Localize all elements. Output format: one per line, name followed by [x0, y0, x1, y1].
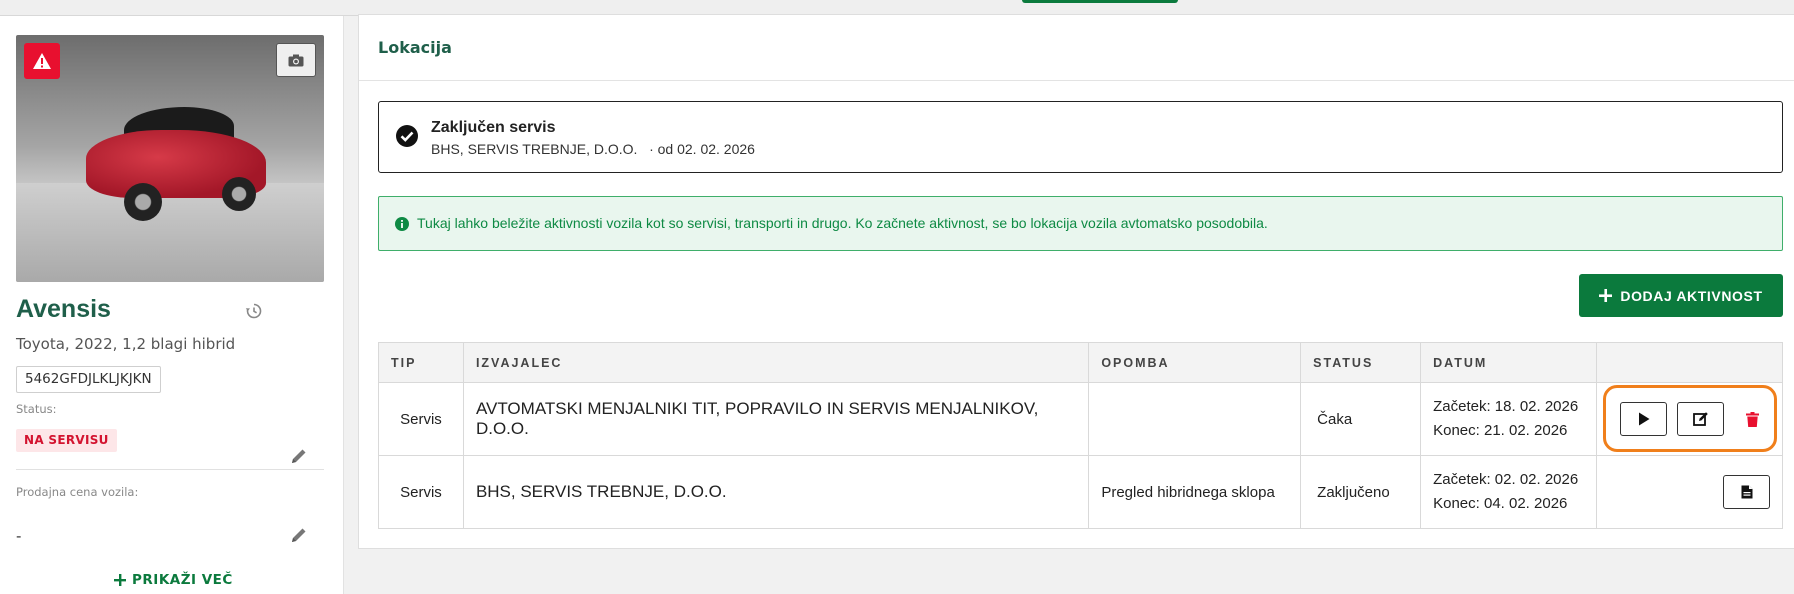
add-activity-button[interactable]: DODAJ AKTIVNOST: [1579, 274, 1783, 317]
delete-activity-button[interactable]: [1734, 402, 1770, 436]
view-document-button[interactable]: [1723, 475, 1770, 509]
cell-actions: [1595, 382, 1784, 456]
end-date: Konec: 21. 02. 2026: [1433, 422, 1568, 439]
photo-floor: [16, 183, 324, 282]
show-more-label: PRIKAŽI VEČ: [132, 572, 233, 588]
column-header-izvajalec[interactable]: IZVAJALEC: [462, 342, 1090, 383]
vehicle-subtitle: Toyota, 2022, 1,2 blagi hibrid: [16, 335, 236, 353]
row-actions: [1620, 402, 1770, 436]
column-header-tip[interactable]: TIP: [378, 342, 464, 383]
cell-datum: Začetek: 02. 02. 2026 Konec: 04. 02. 202…: [1420, 455, 1597, 529]
status-text: Čaka: [1317, 410, 1353, 428]
panel-title: Lokacija: [378, 38, 452, 57]
column-header-opomba[interactable]: OPOMBA: [1088, 342, 1302, 383]
status-text: Zaključeno: [1317, 483, 1390, 501]
price-value: -: [16, 527, 22, 545]
start-activity-button[interactable]: [1620, 402, 1667, 436]
cell-tip: Servis: [378, 382, 464, 456]
info-alert: Tukaj lahko beležite aktivnosti vozila k…: [378, 196, 1783, 251]
column-header-actions: [1595, 342, 1784, 383]
play-icon: [1638, 412, 1649, 426]
active-tab-indicator[interactable]: [1022, 0, 1178, 3]
cell-izvajalec: AVTOMATSKI MENJALNIKI TIT, POPRAVILO IN …: [462, 382, 1090, 456]
warning-icon: [33, 53, 51, 69]
column-header-status[interactable]: STATUS: [1300, 342, 1422, 383]
location-subtitle: BHS, SERVIS TREBNJE, D.O.O. · od 02. 02.…: [431, 141, 755, 157]
status-label: Status:: [16, 402, 57, 416]
cell-status: Zaključeno: [1300, 455, 1422, 529]
history-icon[interactable]: [245, 302, 263, 320]
document-icon: [1741, 485, 1752, 499]
cell-opomba: Pregled hibridnega sklopa: [1088, 455, 1302, 529]
cell-tip: Servis: [378, 455, 464, 529]
cell-datum: Začetek: 18. 02. 2026 Konec: 21. 02. 202…: [1420, 382, 1597, 456]
current-location-card: Zaključen servis BHS, SERVIS TREBNJE, D.…: [378, 101, 1783, 173]
change-photo-button[interactable]: [276, 43, 316, 77]
column-header-datum[interactable]: DATUM: [1420, 342, 1597, 383]
info-text: Tukaj lahko beležite aktivnosti vozila k…: [417, 215, 1268, 231]
table-row: Servis AVTOMATSKI MENJALNIKI TIT, POPRAV…: [378, 382, 1784, 456]
vehicle-name: Avensis: [16, 295, 111, 323]
pencil-icon[interactable]: [290, 526, 308, 544]
car-wheel: [222, 177, 256, 211]
location-title: Zaključen servis: [431, 119, 556, 136]
cell-opomba: [1088, 382, 1302, 456]
vehicle-sidebar: Avensis Toyota, 2022, 1,2 blagi hibrid 5…: [0, 16, 344, 594]
cell-izvajalec: BHS, SERVIS TREBNJE, D.O.O.: [462, 455, 1090, 529]
status-badge: NA SERVISU: [16, 429, 117, 452]
warning-badge[interactable]: [24, 43, 60, 79]
info-icon: [395, 217, 409, 231]
divider: [16, 469, 324, 470]
cell-actions: [1595, 455, 1784, 529]
edit-icon: [1692, 412, 1708, 426]
vehicle-photo: [16, 35, 324, 282]
table-row: Servis BHS, SERVIS TREBNJE, D.O.O. Pregl…: [378, 455, 1784, 529]
location-panel: Lokacija Zaključen servis BHS, SERVIS TR…: [358, 14, 1794, 549]
start-date: Začetek: 02. 02. 2026: [1433, 471, 1579, 488]
end-date: Konec: 04. 02. 2026: [1433, 495, 1568, 512]
plus-icon: [114, 574, 126, 586]
plus-icon: [1599, 289, 1613, 302]
table-header-row: TIP IZVAJALEC OPOMBA STATUS DATUM: [378, 342, 1784, 383]
cell-status: Čaka: [1300, 382, 1422, 456]
trash-icon: [1745, 411, 1759, 427]
pencil-icon[interactable]: [290, 447, 308, 465]
camera-icon: [288, 54, 304, 66]
start-date: Začetek: 18. 02. 2026: [1433, 398, 1579, 415]
edit-activity-button[interactable]: [1677, 402, 1724, 436]
panel-header: Lokacija: [359, 15, 1794, 81]
vin-field: 5462GFDJLKLJKJKN: [16, 366, 161, 393]
add-activity-label: DODAJ AKTIVNOST: [1620, 287, 1763, 304]
check-circle-icon: [396, 125, 418, 147]
price-label: Prodajna cena vozila:: [16, 485, 139, 499]
car-wheel: [124, 183, 162, 221]
activities-table: TIP IZVAJALEC OPOMBA STATUS DATUM Servis…: [378, 342, 1784, 529]
show-more-button[interactable]: PRIKAŽI VEČ: [114, 572, 233, 588]
